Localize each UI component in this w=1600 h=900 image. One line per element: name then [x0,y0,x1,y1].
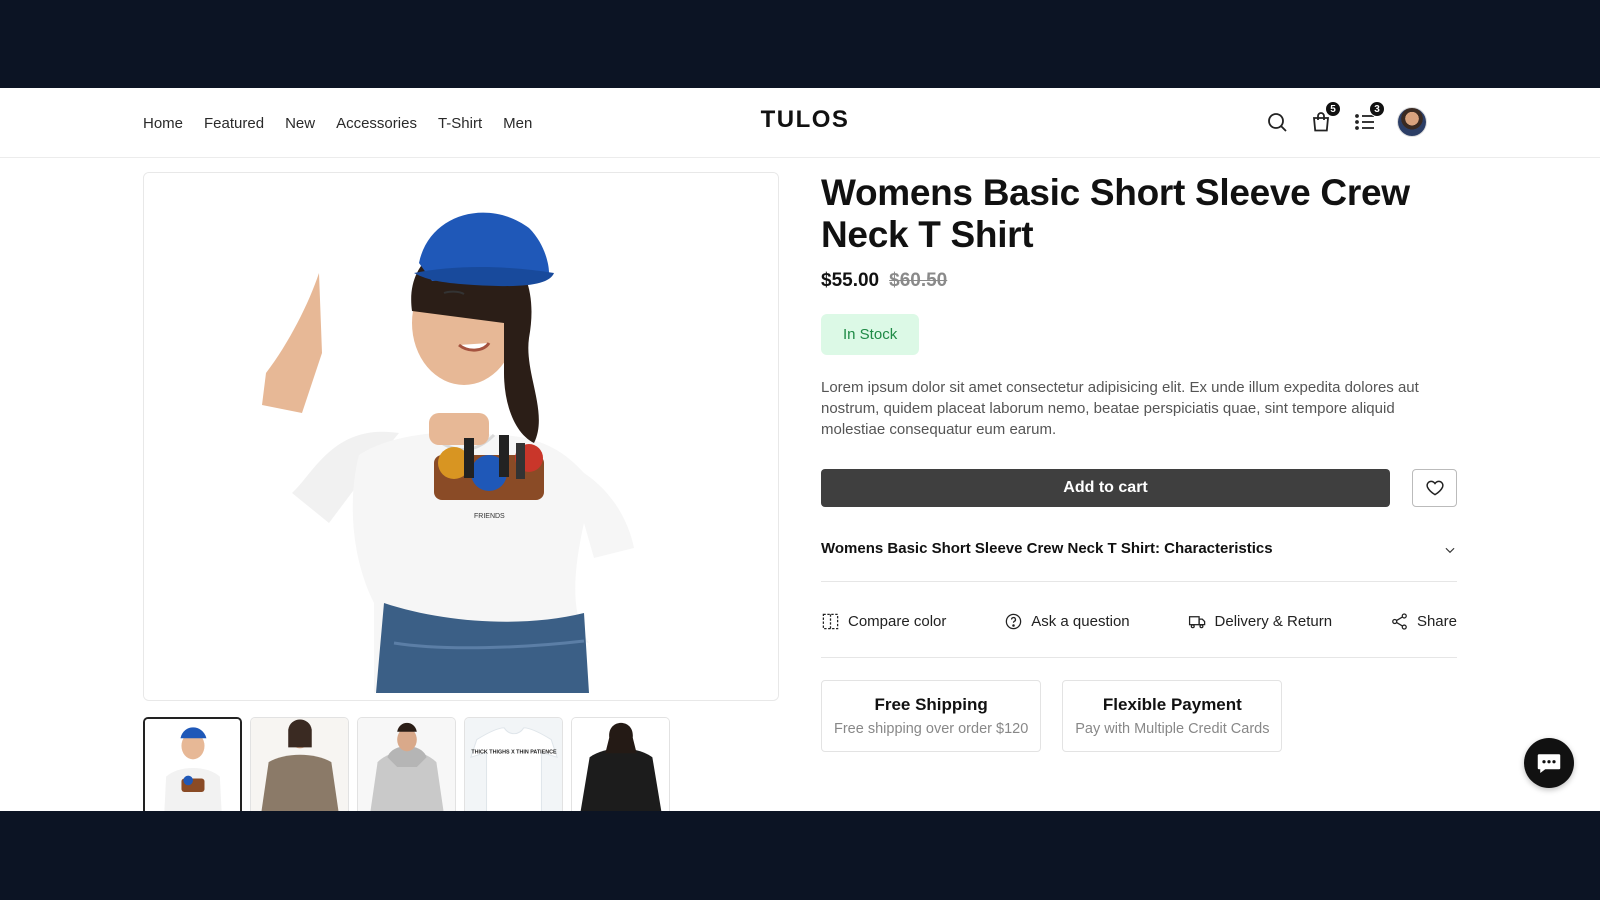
thumbnail-grey-hoodie[interactable] [357,717,456,811]
compare-icon [822,613,839,630]
feature-subtitle: Pay with Multiple Credit Cards [1075,721,1270,737]
compare-color-button[interactable]: Compare color [821,612,946,631]
product-main-image: FRIENDS [143,172,779,701]
wishlist-button[interactable] [1412,469,1457,507]
product-description: Lorem ipsum dolor sit amet consectetur a… [821,379,1419,438]
search-icon[interactable] [1265,110,1289,134]
chat-icon [1537,754,1561,773]
chevron-down-icon [1445,547,1455,554]
characteristics-title: Womens Basic Short Sleeve Crew Neck T Sh… [821,540,1273,557]
truck-icon [1188,616,1205,629]
svg-text:FRIENDS: FRIENDS [474,513,505,520]
avatar[interactable] [1397,107,1427,137]
question-icon [1005,613,1022,630]
share-label: Share [1416,613,1457,630]
price-row: $55.00 $60.50 [821,270,1457,292]
compare-color-label: Compare color [848,613,947,630]
list-icon[interactable]: 3 [1353,101,1385,134]
thumbnail-strip: THICK THIGHS X THIN PATIENCE [143,717,670,811]
header: Home Featured New Accessories T-Shirt Me… [0,88,1600,158]
share-icon [1392,613,1407,630]
feature-title: Flexible Payment [1102,695,1242,714]
characteristics-accordion[interactable]: Womens Basic Short Sleeve Crew Neck T Sh… [821,540,1457,582]
original-price: $60.50 [889,270,948,291]
ask-question-label: Ask a question [1031,613,1130,630]
chat-button[interactable] [1524,738,1574,788]
header-actions: 5 3 [1265,101,1427,140]
heart-icon [1425,480,1444,496]
delivery-return-button[interactable]: Delivery & Return [1188,612,1333,631]
delivery-return-label: Delivery & Return [1214,613,1333,630]
thumbnail-black-long-sleeve[interactable] [571,717,670,811]
free-shipping-card: Free Shipping Free shipping over order $… [821,680,1042,752]
product-title: Womens Basic Short Sleeve Crew Neck T Sh… [821,172,1410,255]
feature-cards: Free Shipping Free shipping over order $… [821,680,1457,752]
flexible-payment-card: Flexible Payment Pay with Multiple Credi… [1062,680,1283,752]
product-page: Home Featured New Accessories T-Shirt Me… [0,88,1600,811]
share-button[interactable]: Share [1390,612,1457,631]
cart-icon[interactable]: 5 [1309,101,1341,134]
add-to-cart-button[interactable]: Add to cart [821,469,1391,507]
cart-row: Add to cart [821,469,1457,507]
thumbnail-white-tee[interactable] [143,717,242,811]
stock-badge: In Stock [821,314,920,355]
feature-subtitle: Free shipping over order $120 [834,721,1029,737]
thumb-print-text: THICK THIGHS X THIN PATIENCE [471,749,557,755]
list-count-badge: 3 [1369,101,1385,117]
product-actions: Compare color Ask a question Delivery & … [821,612,1457,658]
thumbnail-beige-sweater[interactable] [250,717,349,811]
feature-title: Free Shipping [874,695,988,714]
cart-count-badge: 5 [1325,101,1341,117]
model-photo: FRIENDS [144,173,778,700]
current-price: $55.00 [821,270,880,291]
ask-question-button[interactable]: Ask a question [1004,612,1130,631]
product-info: Womens Basic Short Sleeve Crew Neck T Sh… [821,172,1457,752]
thumbnail-white-print-tee[interactable]: THICK THIGHS X THIN PATIENCE [464,717,563,811]
